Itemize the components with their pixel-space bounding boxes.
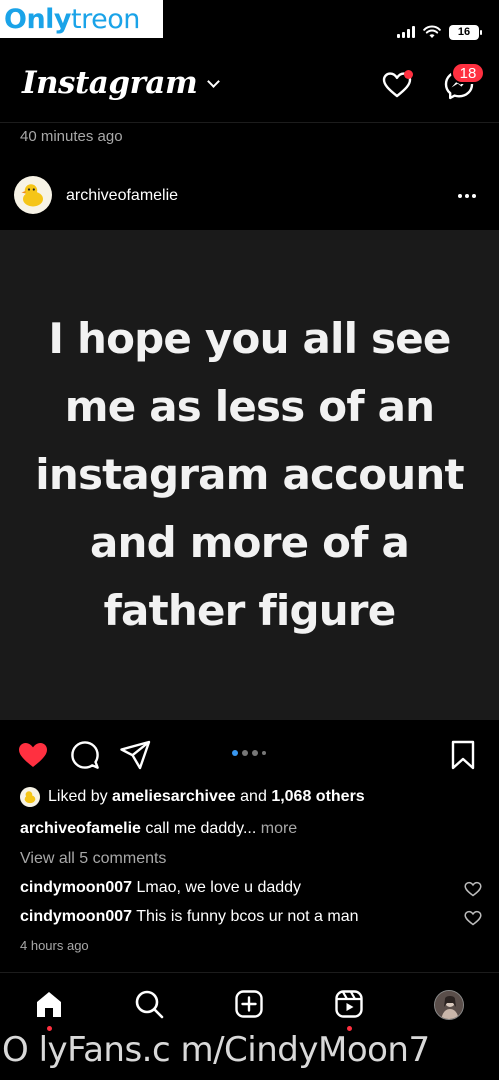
comment-username[interactable]: cindymoon007 [20,879,132,896]
battery-level: 16 [457,26,471,38]
post-username[interactable]: archiveofamelie [66,187,178,205]
comment-row: cindymoon007 This is funny bcos ur not a… [20,908,359,926]
caption-more-link[interactable]: more [261,820,297,837]
caption-username[interactable]: archiveofamelie [20,820,141,837]
chevron-down-icon [207,74,221,88]
nav-divider [0,972,499,973]
duck-icon [24,791,36,804]
save-bookmark-icon[interactable] [446,738,480,772]
profile-photo-icon [435,991,463,1019]
likes-summary[interactable]: Liked by ameliesarchivee and 1,068 other… [20,786,365,808]
liked-by-and: and [240,788,267,805]
previous-post-timestamp: 40 minutes ago [20,128,123,145]
messages-badge: 18 [451,62,485,84]
comment-username[interactable]: cindymoon007 [20,908,132,925]
post-text-line: me as less of an [64,382,435,431]
comment-text: Lmao, we love u daddy [136,879,302,896]
liked-by-user[interactable]: ameliesarchivee [112,788,236,805]
watermark-text-part1: Only [4,3,72,35]
post-image-text: I hope you all see me as less of an inst… [0,305,499,645]
comment-row: cindymoon007 Lmao, we love u daddy [20,879,301,897]
liked-by-prefix: Liked by [48,788,108,805]
notification-dot [404,70,413,79]
post-text-line: I hope you all see [48,314,451,363]
like-heart-icon[interactable] [16,738,50,772]
post-text-line: instagram account [35,450,464,499]
more-options-icon[interactable] [458,186,484,206]
share-send-icon[interactable] [118,738,152,772]
post-timestamp: 4 hours ago [20,938,89,953]
comment-icon[interactable] [68,738,102,772]
home-icon[interactable] [33,988,65,1020]
liker-avatar [20,787,40,807]
comment-text: This is funny bcos ur not a man [136,908,359,925]
watermark-logo: Only treon [0,0,163,38]
watermark-text-part2: treon [71,3,140,35]
status-bar: 16 [397,20,482,44]
view-comments-link[interactable]: View all 5 comments [20,850,166,868]
reels-icon[interactable] [333,988,365,1020]
battery-icon: 16 [449,24,482,40]
comment-like-heart-icon[interactable] [464,910,482,926]
create-post-icon[interactable] [233,988,265,1020]
carousel-indicator [232,750,266,756]
wifi-icon [423,25,441,38]
bottom-navigation [0,980,499,1032]
post-actions [0,732,499,776]
app-title: Instagram [22,65,198,101]
comment-like-heart-icon[interactable] [464,881,482,897]
post-caption: archiveofamelie call me daddy... more [20,820,297,838]
search-icon[interactable] [133,988,165,1020]
watermark-url: O lyFans.c m/CindyMoon7 [2,1030,430,1070]
post-header: archiveofamelie [0,172,499,220]
app-header: Instagram [0,60,499,115]
profile-avatar[interactable] [434,990,464,1020]
post-text-line: and more of a [89,518,410,567]
post-text-line: father figure [103,586,397,635]
post-image[interactable]: I hope you all see me as less of an inst… [0,230,499,720]
likes-count[interactable]: 1,068 others [271,788,364,805]
duck-icon [21,184,43,207]
cellular-signal-icon [397,26,415,38]
avatar[interactable] [14,176,52,214]
instagram-logo-dropdown[interactable]: Instagram [22,65,221,101]
header-divider [0,122,499,123]
caption-text: call me daddy... [145,820,257,837]
